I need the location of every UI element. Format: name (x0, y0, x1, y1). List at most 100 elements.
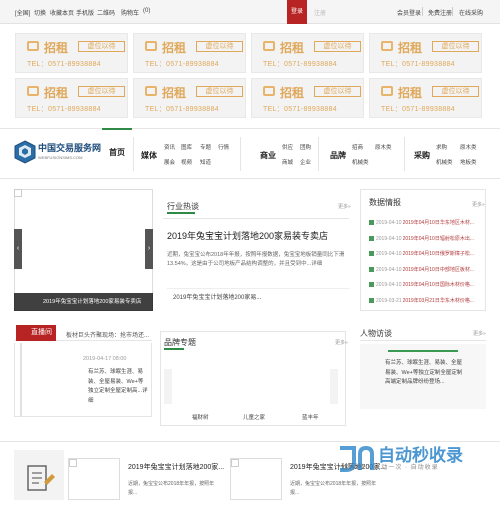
nav-category-business[interactable]: 商业 (260, 150, 276, 161)
slider-prev-button[interactable]: ‹ (14, 229, 22, 269)
nav-item-machinery-2[interactable]: 机械类 (436, 158, 453, 166)
ad-phone: TEL：0571-89938884 (27, 106, 101, 113)
nav-item-timber[interactable]: 原木类 (375, 143, 392, 151)
ad-slot[interactable]: 招租 虚位以待 TEL：0571-89938884 (15, 33, 128, 73)
ad-slot[interactable]: 招租 虚位以待 TEL：0571-89938884 (251, 78, 364, 118)
ad-slot[interactable]: 招租 虚位以待 TEL：0571-89938884 (369, 78, 482, 118)
slider-next-button[interactable]: › (145, 229, 153, 269)
nav-item-gallery[interactable]: 图库 (181, 143, 192, 151)
hot-news-more-link[interactable]: 更多» (338, 203, 351, 210)
data-intel-item[interactable]: 2019-04-102019年04月10日俄罗斯樟子松... (369, 250, 474, 257)
live-ticker[interactable]: 板材巨头齐聚现场：抢市场还... (66, 330, 149, 339)
member-login-link[interactable]: 会员登录 (397, 8, 421, 17)
item-title: 2019年04月10日中部地区板材... (402, 266, 474, 273)
nav-item-groupbuy[interactable]: 团购 (300, 143, 311, 151)
interviews-more-link[interactable]: 更多» (473, 330, 486, 337)
nav-category-brand[interactable]: 品牌 (330, 150, 346, 161)
ad-phone: TEL：0571-89938884 (27, 61, 101, 68)
bookmark-link[interactable]: 收藏本页 (50, 8, 74, 17)
data-intel-item[interactable]: 2019-03-212019年03月21日华东木材价格... (369, 297, 474, 304)
article-thumbnail[interactable] (230, 458, 282, 500)
article-thumbnail[interactable] (68, 458, 120, 500)
qrcode-link[interactable]: 二维码 (97, 8, 115, 17)
nav-item-expo[interactable]: 展会 (164, 158, 175, 166)
nav-item-qa[interactable]: 知道 (200, 158, 211, 166)
nav-item-news[interactable]: 资讯 (164, 143, 175, 151)
data-intel-item[interactable]: 2019-04-102019年04月10日华东地区木材... (369, 219, 474, 226)
nav-item-topics[interactable]: 专题 (200, 143, 211, 151)
nav-category-media[interactable]: 媒体 (141, 150, 157, 161)
item-title: 2019年04月10日华东地区木材... (402, 220, 474, 226)
nav-item-market[interactable]: 行情 (218, 143, 229, 151)
brand-caption[interactable]: 福财树 (192, 413, 209, 421)
slide-image (14, 189, 22, 197)
chart-icon (369, 266, 374, 272)
ad-badge: 虚位以待 (196, 86, 243, 97)
nav-item-invest[interactable]: 招商 (352, 143, 363, 151)
nav-item-request[interactable]: 求购 (436, 143, 447, 151)
login-button[interactable]: 登录 (287, 0, 307, 24)
data-intel-item[interactable]: 2019-04-102019年04月10日国际木材价格... (369, 281, 474, 288)
nav-item-supply[interactable]: 供应 (282, 143, 293, 151)
hot-news-list-item[interactable]: 2019年兔宝宝计划落地200家易... (167, 288, 349, 306)
ad-title: 招租 (44, 41, 69, 55)
region-link[interactable]: [全国] (15, 8, 30, 17)
nav-item-company[interactable]: 企业 (300, 158, 311, 166)
ad-slot[interactable]: 招租 虚位以待 TEL：0571-89938884 (369, 33, 482, 73)
top-bar: [全国] 切换 收藏本页 手机版 二维码 购物车 (0) 登录 注册 会员登录 … (0, 0, 500, 24)
ad-title: 招租 (162, 41, 187, 55)
hot-news-headline[interactable]: 2019年兔宝宝计划落地200家易装专卖店 (167, 229, 328, 242)
live-summary[interactable]: 有兰苏、球眠生涯、易装、全屋易装、We+等独立定制全屋定制高...详细 (88, 368, 148, 406)
tab-underline (167, 212, 195, 214)
brand-more-link[interactable]: 更多» (335, 339, 348, 346)
document-icon (14, 450, 64, 500)
nav-item-log[interactable]: 原木类 (460, 143, 477, 151)
article-title[interactable]: 2019年兔宝宝计划落地200家... (128, 462, 224, 472)
data-intel-item[interactable]: 2019-04-102019年04月10日中部地区板材... (369, 266, 474, 273)
divider (452, 7, 453, 16)
ad-badge: 虚位以待 (78, 86, 125, 97)
item-title: 2019年03月21日华东木材价格... (402, 298, 474, 304)
free-register-link[interactable]: 免费注册 (428, 8, 452, 17)
chart-icon (369, 251, 374, 257)
data-intel-more-link[interactable]: 更多» (472, 201, 485, 208)
ad-phone: TEL：0571-89938884 (263, 106, 337, 113)
ad-slot[interactable]: 招租 虚位以待 TEL：0571-89938884 (133, 78, 246, 118)
ad-slot[interactable]: 招租 虚位以待 TEL：0571-89938884 (251, 33, 364, 73)
house-icon (263, 41, 275, 51)
brand-prev-button[interactable] (164, 369, 172, 404)
slide-caption[interactable]: 2019年兔宝宝计划落地200家易装专卖店 (14, 293, 153, 311)
nav-item-flooring[interactable]: 地板类 (460, 158, 477, 166)
nav-home[interactable]: 首页 (102, 128, 132, 178)
register-link[interactable]: 注册 (314, 8, 326, 17)
divider (133, 137, 134, 171)
data-intel-item[interactable]: 2019-04-102019年04月10日辐射松原木出... (369, 235, 474, 242)
nav-category-purchase[interactable]: 采购 (414, 150, 430, 161)
data-intel-title: 数据情报 (369, 198, 401, 207)
ad-badge: 虚位以待 (432, 86, 479, 97)
ad-slot[interactable]: 招租 虚位以待 TEL：0571-89938884 (15, 78, 128, 118)
nav-item-video[interactable]: 视频 (181, 158, 192, 166)
ad-slot[interactable]: 招租 虚位以待 TEL：0571-89938884 (133, 33, 246, 73)
house-icon (381, 41, 393, 51)
divider (0, 128, 500, 129)
live-badge[interactable]: 直播间 (16, 325, 56, 341)
mobile-link[interactable]: 手机版 (76, 8, 94, 17)
ad-phone: TEL：0571-89938884 (263, 61, 337, 68)
brand-caption[interactable]: 儿童之家 (243, 413, 265, 421)
online-purchase-link[interactable]: 在线采购 (459, 8, 483, 17)
nav-item-machinery[interactable]: 机械类 (352, 158, 369, 166)
house-icon (263, 86, 275, 96)
brand-next-button[interactable] (330, 369, 338, 404)
switch-region-link[interactable]: 切换 (34, 8, 46, 17)
article-summary: 近期，兔宝宝公布2018年年报，按照年报... (128, 481, 215, 496)
divider (404, 137, 405, 171)
thumbnail-image (231, 459, 239, 467)
cart-link[interactable]: 购物车 (121, 8, 139, 17)
ad-phone: TEL：0571-89938884 (145, 106, 219, 113)
brand-caption[interactable]: 蓝丰年 (302, 413, 319, 421)
nav-item-mall[interactable]: 商城 (282, 158, 293, 166)
item-date: 2019-04-10 (376, 251, 402, 258)
site-logo[interactable]: 中国交易服务网 WEBFUSIONSIMS.COM (14, 139, 102, 171)
item-date: 2019-04-10 (376, 266, 402, 273)
